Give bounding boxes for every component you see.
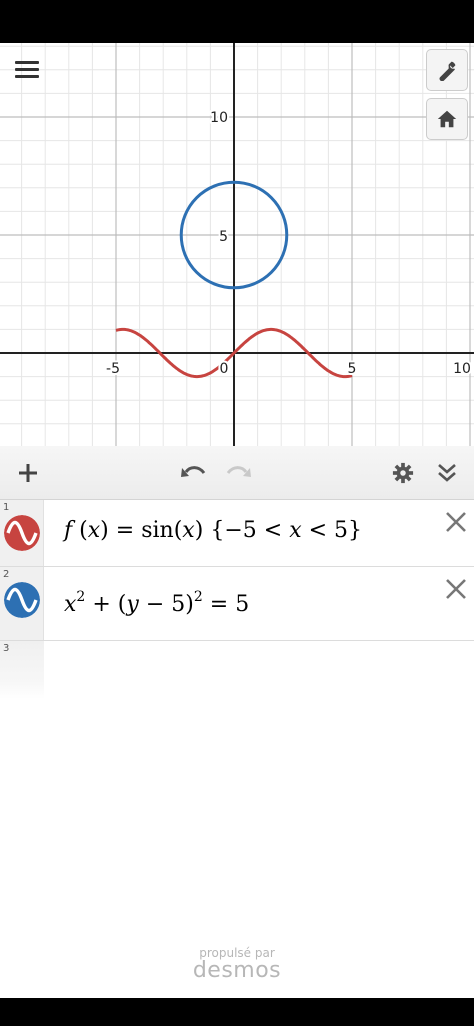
collapse-panel-button[interactable] (429, 455, 465, 491)
constant: 5 (235, 592, 250, 617)
paren: ( (173, 518, 183, 543)
navigation-bar (0, 998, 474, 1026)
origin-tick-label: 0 (220, 361, 229, 377)
expression-row-empty[interactable]: 3 (0, 641, 474, 699)
expression-row[interactable]: 2 x2 + (y − 5)2 = 5 (0, 567, 474, 641)
y-tick-label: 5 (219, 229, 228, 245)
less-than: < (263, 518, 283, 543)
exponent: 2 (193, 589, 203, 605)
expressions-toolbar (0, 446, 474, 500)
expressions-panel: 1 f (x) = sin(x) {−5 < x < 5} 2 x2 + (y … (0, 446, 474, 998)
desmos-screen: -5 0 5 10 10 5 1 f (x) = sin(x) {−5 < x … (0, 0, 474, 1026)
constant: 5 (171, 592, 186, 617)
expression-number: 2 (3, 569, 10, 580)
graph-settings-button[interactable] (426, 49, 468, 91)
expression-number: 3 (3, 643, 10, 654)
upper-bound: 5 (334, 518, 349, 543)
plus-sign: + (92, 592, 111, 617)
x-tick-label: -5 (106, 361, 120, 377)
graph-canvas[interactable]: -5 0 5 10 10 5 (0, 43, 474, 446)
paren: ( (79, 518, 88, 543)
minor-grid (0, 43, 474, 446)
minus-sign: − (145, 592, 165, 617)
sin-function: sin (141, 518, 174, 543)
variable: x (289, 518, 302, 543)
gear-icon (392, 462, 414, 484)
close-icon (446, 512, 466, 532)
variable: x (64, 592, 77, 617)
undo-icon (181, 466, 206, 477)
paren: ) (194, 518, 204, 543)
x-tick-label: 5 (348, 361, 357, 377)
menu-button[interactable] (12, 55, 42, 85)
hamburger-icon-line (15, 75, 39, 78)
expression-gutter: 2 (0, 567, 44, 640)
redo-button[interactable] (220, 455, 256, 491)
brace: } (348, 518, 363, 543)
variable: x (87, 518, 101, 543)
delete-expression-button[interactable] (442, 508, 470, 536)
home-icon (437, 110, 457, 128)
expression-row[interactable]: 1 f (x) = sin(x) {−5 < x < 5} (0, 500, 474, 567)
major-grid (0, 43, 474, 446)
delete-expression-button[interactable] (442, 575, 470, 603)
paren: ) (100, 518, 109, 543)
expression-number: 1 (3, 502, 10, 513)
y-tick-label: 10 (210, 110, 228, 126)
brace: { (210, 518, 225, 543)
expression-formula[interactable]: x2 + (y − 5)2 = 5 (64, 589, 249, 617)
graph-svg[interactable]: -5 0 5 10 10 5 (0, 43, 474, 446)
less-than: < (308, 518, 328, 543)
x-tick-label: 10 (453, 361, 471, 377)
expression-color-icon[interactable] (4, 582, 40, 618)
double-chevron-down-icon (438, 464, 456, 482)
zoom-home-button[interactable] (426, 98, 468, 140)
paren: ) (185, 592, 194, 617)
desmos-logo[interactable]: desmos (0, 958, 474, 983)
add-expression-button[interactable] (10, 455, 46, 491)
plus-icon (19, 464, 37, 482)
function-name: f (64, 518, 73, 543)
hamburger-icon-line (15, 68, 39, 71)
equals-sign: = (115, 518, 135, 543)
close-icon (446, 579, 466, 599)
status-bar (0, 0, 474, 43)
hamburger-icon (15, 61, 39, 64)
undo-button[interactable] (176, 455, 212, 491)
redo-icon (226, 466, 251, 477)
lower-bound: −5 (224, 518, 257, 543)
variable: x (182, 518, 195, 543)
expression-gutter: 3 (0, 641, 44, 699)
expression-settings-button[interactable] (385, 455, 421, 491)
exponent: 2 (76, 589, 86, 605)
expression-color-icon[interactable] (4, 515, 40, 551)
expression-formula[interactable]: f (x) = sin(x) {−5 < x < 5} (64, 518, 362, 543)
equals-sign: = (209, 592, 229, 617)
wrench-icon (439, 61, 456, 81)
variable: y (126, 592, 139, 617)
expression-gutter: 1 (0, 500, 44, 566)
